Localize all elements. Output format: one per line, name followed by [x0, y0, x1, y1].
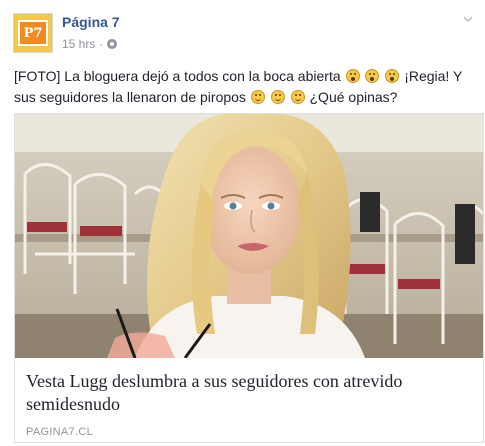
wow-emoji-icon	[345, 69, 360, 83]
smile-emoji-icon	[250, 90, 265, 104]
page-logo-icon: P7	[18, 20, 48, 46]
page-avatar[interactable]: P7	[13, 13, 53, 53]
post-text-part1: [FOTO] La bloguera dejó a todos con la b…	[14, 68, 341, 84]
post-text-part3: ¿Qué opinas?	[309, 89, 398, 105]
page-name-link[interactable]: Página 7	[62, 14, 120, 30]
link-preview-title[interactable]: Vesta Lugg deslumbra a sus seguidores co…	[26, 370, 476, 416]
link-preview-card[interactable]: Vesta Lugg deslumbra a sus seguidores co…	[14, 113, 484, 443]
wow-emoji-icon	[365, 69, 380, 83]
post-timestamp[interactable]: 15 hrs	[62, 37, 95, 51]
meta-separator: ·	[99, 37, 104, 51]
smile-emoji-icon	[270, 90, 285, 104]
link-preview-domain: PAGINA7.CL	[26, 426, 93, 438]
smile-emoji-icon	[290, 90, 305, 104]
facebook-post: P7 Página 7 15 hrs · [FOTO] La bloguera …	[0, 0, 485, 446]
wow-emoji-icon	[385, 69, 400, 83]
globe-icon[interactable]	[107, 39, 118, 49]
post-meta: 15 hrs ·	[62, 37, 118, 51]
chevron-down-icon[interactable]	[463, 14, 473, 24]
link-preview-image[interactable]	[15, 114, 483, 358]
post-message: [FOTO] La bloguera dejó a todos con la b…	[14, 66, 476, 108]
